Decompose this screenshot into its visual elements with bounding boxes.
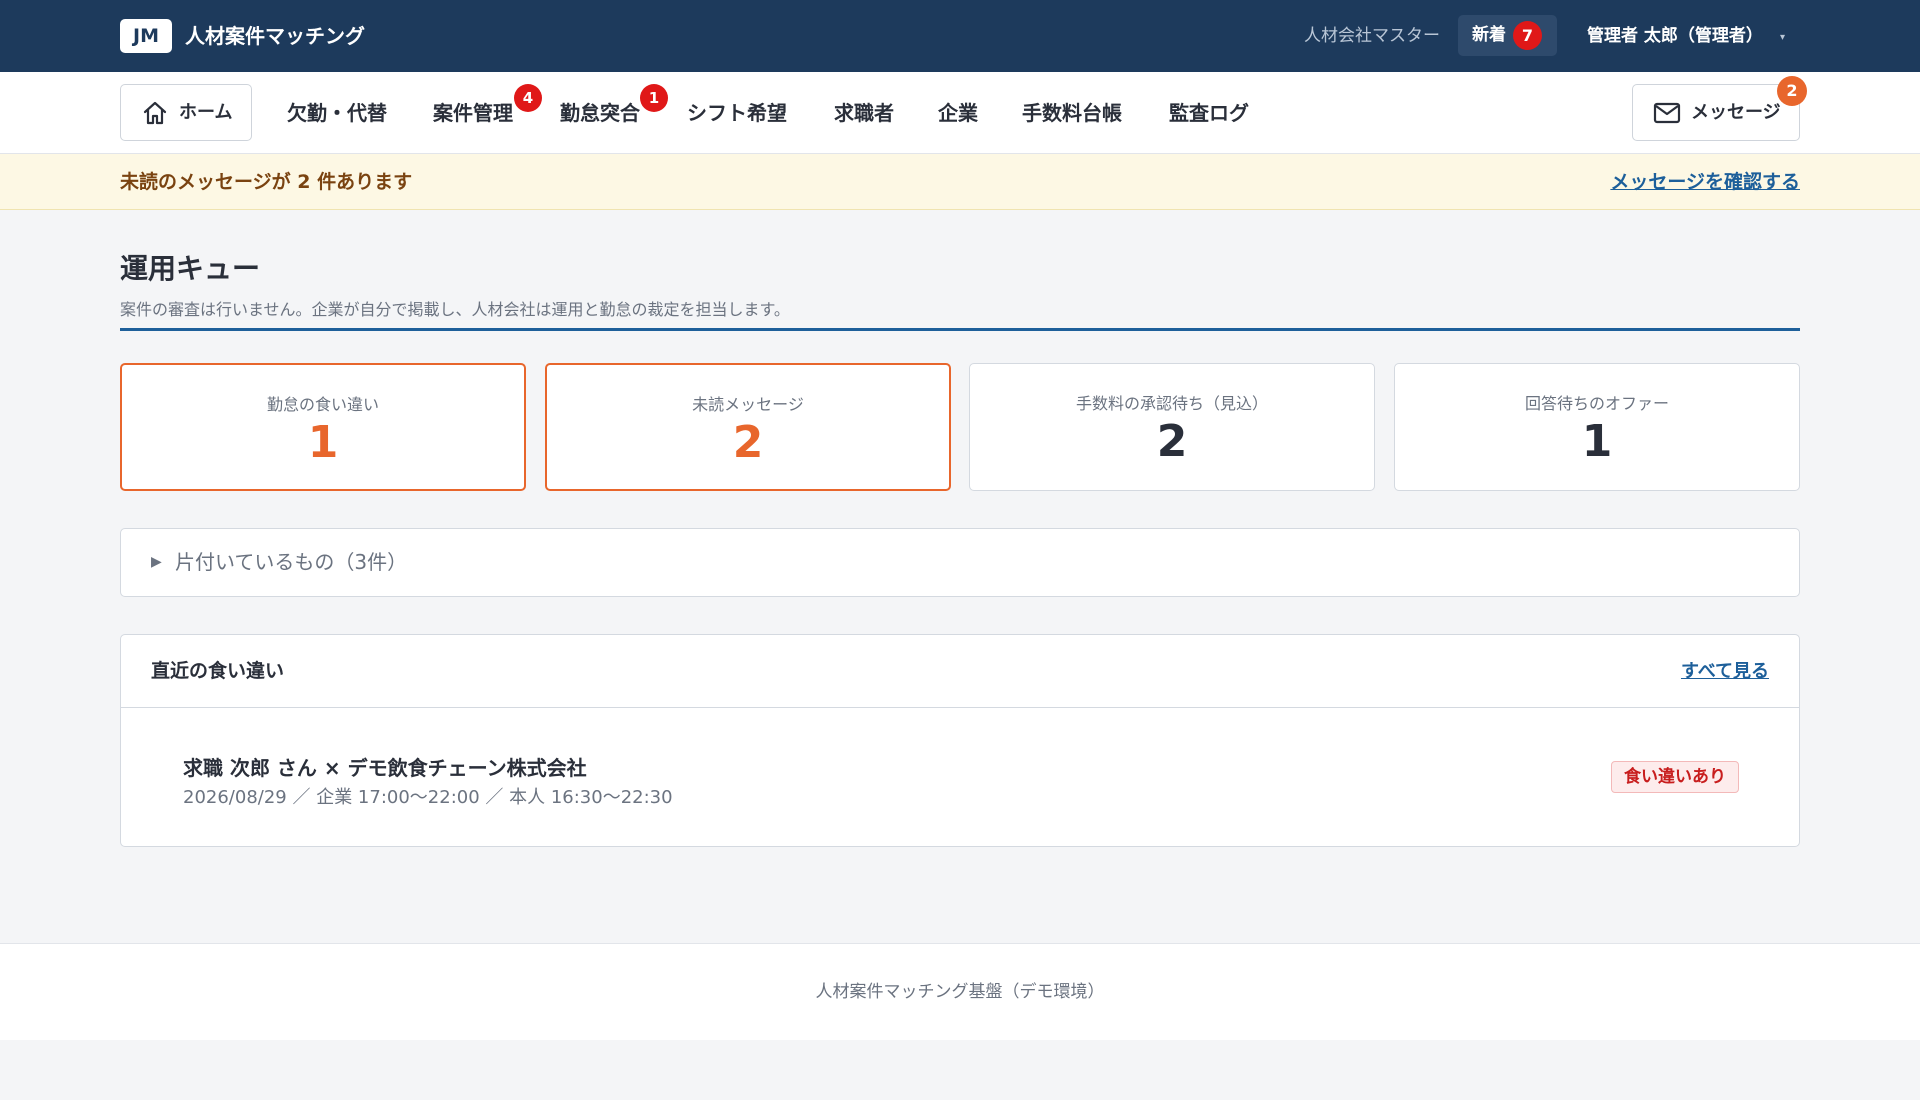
- card-attendance-mismatch[interactable]: 勤怠の食い違い 1: [120, 363, 526, 491]
- resolved-items-toggle[interactable]: ▶ 片付いているもの（3件）: [120, 528, 1800, 597]
- title-divider: [120, 328, 1800, 331]
- app-name[interactable]: 人材案件マッチング: [185, 0, 365, 72]
- page-subtitle: 案件の審査は行いません。企業が自分で掲載し、人材会社は運用と勤怠の裁定を担当しま…: [120, 300, 790, 319]
- top-bar: JM 人材案件マッチング 人材会社マスター 新着 7 管理者 太郎（管理者） ▾: [0, 0, 1920, 72]
- footer: 人材案件マッチング基盤（デモ環境）: [0, 943, 1920, 1040]
- nav-home-label: ホーム: [179, 102, 233, 123]
- unread-messages-alert: 未読のメッセージが 2 件あります メッセージを確認する: [0, 154, 1920, 210]
- recent-mismatches-panel: 直近の食い違い すべて見る 求職 次郎 さん × デモ飲食チェーン株式会社 20…: [120, 634, 1800, 847]
- nav-item-attendance-label: 勤怠突合: [560, 101, 640, 125]
- nav-attendance-badge: 1: [640, 84, 668, 112]
- nav-item-attendance[interactable]: 勤怠突合: [560, 72, 640, 154]
- card-value: 1: [307, 417, 339, 468]
- notifications-count-badge: 7: [1513, 21, 1542, 50]
- card-unread-messages[interactable]: 未読メッセージ 2: [545, 363, 951, 491]
- nav-item-companies[interactable]: 企業: [938, 72, 978, 154]
- alert-text: 未読のメッセージが 2 件あります: [120, 171, 413, 193]
- view-all-link[interactable]: すべて見る: [1681, 635, 1769, 708]
- card-fee-approval-pending[interactable]: 手数料の承認待ち（見込） 2: [969, 363, 1375, 491]
- mismatch-row-title[interactable]: 求職 次郎 さん × デモ飲食チェーン株式会社: [183, 752, 587, 781]
- organization-name: 人材会社マスター: [1304, 26, 1440, 46]
- nav-jobs-badge: 4: [514, 84, 542, 112]
- user-menu[interactable]: 管理者 太郎（管理者）: [1587, 0, 1763, 72]
- panel-header: 直近の食い違い すべて見る: [121, 635, 1799, 708]
- footer-text: 人材案件マッチング基盤（デモ環境）: [815, 982, 1105, 1002]
- nav-item-absence[interactable]: 欠勤・代替: [287, 72, 387, 154]
- card-offers-awaiting-reply[interactable]: 回答待ちのオファー 1: [1394, 363, 1800, 491]
- nav-item-audit-log[interactable]: 監査ログ: [1169, 72, 1249, 154]
- card-value: 2: [1156, 416, 1188, 467]
- card-label: 未読メッセージ: [692, 395, 804, 414]
- mismatch-row-detail: 2026/08/29 ／ 企業 17:00〜22:00 ／ 本人 16:30〜2…: [183, 787, 673, 808]
- notifications-label: 新着: [1472, 25, 1506, 45]
- nav-item-jobs-label: 案件管理: [433, 101, 513, 125]
- nav-item-shift-requests[interactable]: シフト希望: [687, 72, 787, 154]
- nav-item-fee-ledger[interactable]: 手数料台帳: [1022, 72, 1122, 154]
- nav-item-job-seekers[interactable]: 求職者: [834, 72, 894, 154]
- card-value: 1: [1581, 416, 1613, 467]
- mismatch-status-badge: 食い違いあり: [1611, 761, 1739, 793]
- messages-count-badge: 2: [1777, 76, 1807, 106]
- card-label: 回答待ちのオファー: [1524, 394, 1669, 413]
- card-label: 手数料の承認待ち（見込）: [1075, 394, 1268, 413]
- user-menu-caret-icon[interactable]: ▾: [1780, 0, 1785, 72]
- home-icon: [143, 101, 167, 125]
- page-title: 運用キュー: [120, 252, 261, 285]
- expand-caret-icon: ▶: [151, 554, 162, 570]
- resolved-items-label: 片付いているもの（3件）: [175, 550, 408, 574]
- card-label: 勤怠の食い違い: [266, 395, 379, 414]
- panel-title: 直近の食い違い: [151, 660, 285, 682]
- main-nav: ホーム 欠勤・代替 案件管理 4 勤怠突合 1 シフト希望 求職者 企業 手数料…: [0, 72, 1920, 154]
- card-value: 2: [732, 417, 764, 468]
- check-messages-link[interactable]: メッセージを確認する: [1610, 154, 1800, 210]
- app-logo[interactable]: JM: [120, 19, 172, 53]
- nav-item-jobs[interactable]: 案件管理: [433, 72, 513, 154]
- mail-icon: [1653, 102, 1681, 124]
- nav-home-button[interactable]: ホーム: [120, 84, 252, 141]
- notifications-button[interactable]: 新着 7: [1458, 15, 1557, 56]
- messages-button[interactable]: メッセージ 2: [1632, 76, 1807, 141]
- messages-label: メッセージ: [1691, 102, 1781, 123]
